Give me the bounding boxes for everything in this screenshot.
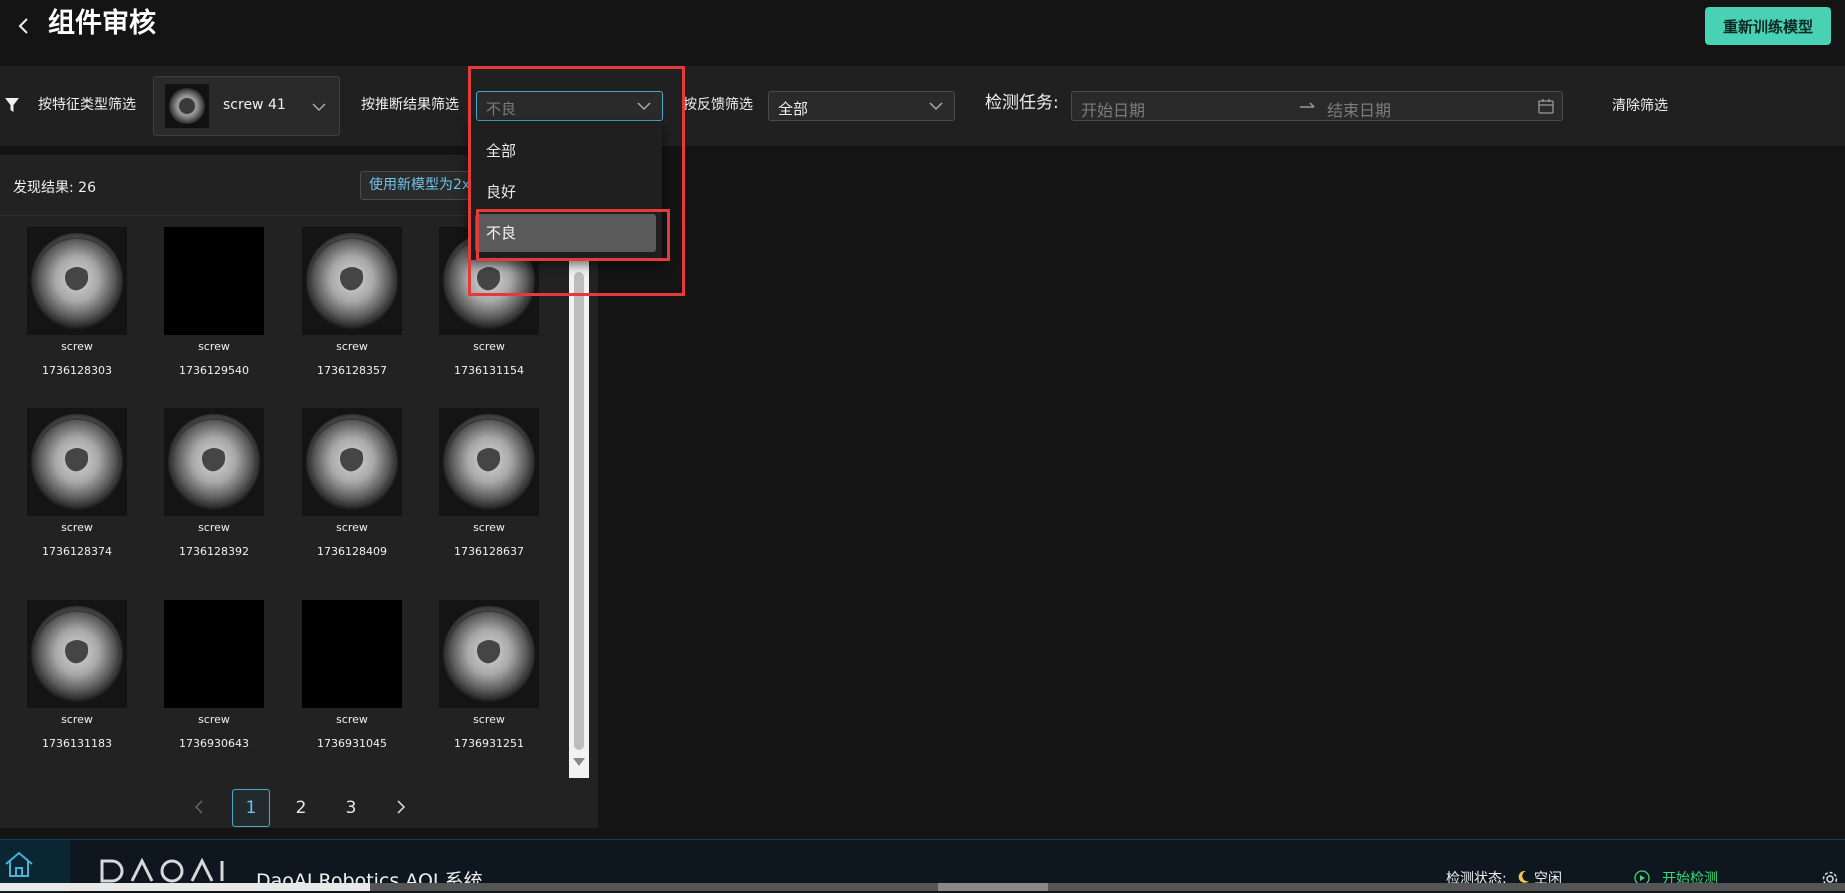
- page-3[interactable]: 3: [332, 789, 370, 827]
- feedback-value: 全部: [778, 100, 809, 118]
- tile-name: screw: [198, 521, 230, 534]
- tile-name: screw: [61, 713, 93, 726]
- feedback-select[interactable]: 全部: [768, 91, 955, 121]
- moon-icon: [1518, 870, 1529, 883]
- tile-name: screw: [61, 340, 93, 353]
- filter-funnel-icon: [5, 98, 19, 112]
- chevron-down-icon: [312, 103, 326, 112]
- result-tile[interactable]: screw 1736128303: [27, 227, 127, 377]
- scroll-down-icon[interactable]: [573, 758, 585, 766]
- screw-image: [27, 600, 127, 708]
- back-arrow-icon[interactable]: [12, 14, 36, 38]
- tile-id: 1736131183: [42, 737, 112, 750]
- result-tile[interactable]: screw 1736930643: [164, 600, 264, 750]
- header: 组件审核 重新训练模型: [0, 0, 1845, 66]
- date-range-picker[interactable]: 开始日期 结束日期: [1071, 91, 1563, 121]
- feature-type-value: screw 41: [223, 97, 286, 113]
- page-2[interactable]: 2: [282, 789, 320, 827]
- blank-image: [164, 227, 264, 335]
- tile-id: 1736128303: [42, 364, 112, 377]
- calendar-icon[interactable]: [1538, 98, 1554, 114]
- tile-id: 1736930643: [179, 737, 249, 750]
- use-new-model-button[interactable]: 使用新模型为2x: [360, 171, 480, 200]
- arrow-right-icon: [1300, 102, 1315, 108]
- tile-name: screw: [473, 521, 505, 534]
- horizontal-scroll-thumb[interactable]: [938, 883, 1048, 891]
- result-tile[interactable]: screw 1736128357: [302, 227, 402, 377]
- tile-name: screw: [473, 340, 505, 353]
- tile-id: 1736131154: [454, 364, 524, 377]
- screw-image: [302, 408, 402, 516]
- result-tile[interactable]: screw 1736129540: [164, 227, 264, 377]
- screw-image: [439, 408, 539, 516]
- chevron-down-icon: [929, 102, 943, 111]
- feedback-filter-label: 按反馈筛选: [683, 97, 753, 113]
- result-tile[interactable]: screw 1736931045: [302, 600, 402, 750]
- result-tile[interactable]: screw 1736128637: [439, 408, 539, 558]
- home-icon: [5, 851, 33, 877]
- tile-name: screw: [336, 521, 368, 534]
- scroll-track-highlight: [0, 883, 370, 891]
- feature-type-select[interactable]: screw 41: [153, 76, 340, 136]
- result-tile[interactable]: screw 1736128374: [27, 408, 127, 558]
- tile-name: screw: [61, 521, 93, 534]
- inference-result-dropdown: 全部 良好 不良: [469, 122, 662, 260]
- result-tile[interactable]: screw 1736128409: [302, 408, 402, 558]
- inference-filter-label: 按推断结果筛选: [361, 97, 459, 113]
- results-count: 发现结果: 26: [13, 180, 96, 196]
- tile-name: screw: [336, 713, 368, 726]
- next-page-icon[interactable]: [395, 800, 407, 814]
- blank-image: [164, 600, 264, 708]
- prev-page-icon[interactable]: [193, 800, 205, 814]
- screw-image: [27, 408, 127, 516]
- tile-id: 1736128357: [317, 364, 387, 377]
- tile-name: screw: [336, 340, 368, 353]
- screw-image: [27, 227, 127, 335]
- tile-id: 1736128637: [454, 545, 524, 558]
- result-tile[interactable]: screw 1736131183: [27, 600, 127, 750]
- option-good[interactable]: 良好: [475, 173, 656, 211]
- horizontal-scrollbar[interactable]: [0, 883, 1845, 891]
- tile-id: 1736128374: [42, 545, 112, 558]
- option-all[interactable]: 全部: [475, 132, 656, 170]
- feature-filter-label: 按特征类型筛选: [38, 97, 136, 113]
- blank-image: [302, 600, 402, 708]
- page-1[interactable]: 1: [232, 789, 270, 827]
- results-scrollbar[interactable]: [569, 258, 589, 778]
- clear-filters-button[interactable]: 清除筛选: [1612, 95, 1668, 115]
- daoai-logo: [100, 857, 224, 883]
- inference-result-value: 不良: [486, 100, 517, 118]
- task-label: 检测任务:: [985, 93, 1059, 113]
- tile-name: screw: [198, 340, 230, 353]
- tile-id: 1736931045: [317, 737, 387, 750]
- screw-image: [164, 408, 264, 516]
- tile-id: 1736129540: [179, 364, 249, 377]
- screw-image: [439, 600, 539, 708]
- tile-id: 1736128409: [317, 545, 387, 558]
- chevron-down-icon: [637, 102, 651, 111]
- tile-id: 1736128392: [179, 545, 249, 558]
- filter-bar: 按特征类型筛选 screw 41 按推断结果筛选 不良 按反馈筛选 全部 检测任…: [0, 66, 1845, 146]
- result-tile[interactable]: screw 1736128392: [164, 408, 264, 558]
- tile-name: screw: [198, 713, 230, 726]
- page-title: 组件审核: [48, 8, 156, 39]
- start-date-input[interactable]: 开始日期: [1081, 97, 1145, 121]
- tile-id: 1736931251: [454, 737, 524, 750]
- scrollbar-thumb[interactable]: [574, 272, 584, 750]
- screw-image: [302, 227, 402, 335]
- tile-name: screw: [473, 713, 505, 726]
- end-date-input[interactable]: 结束日期: [1327, 97, 1391, 121]
- option-defective[interactable]: 不良: [475, 214, 656, 252]
- result-tile[interactable]: screw 1736931251: [439, 600, 539, 750]
- inference-result-select[interactable]: 不良: [476, 91, 663, 121]
- screw-thumbnail: [165, 84, 209, 128]
- retrain-model-button[interactable]: 重新训练模型: [1705, 7, 1831, 45]
